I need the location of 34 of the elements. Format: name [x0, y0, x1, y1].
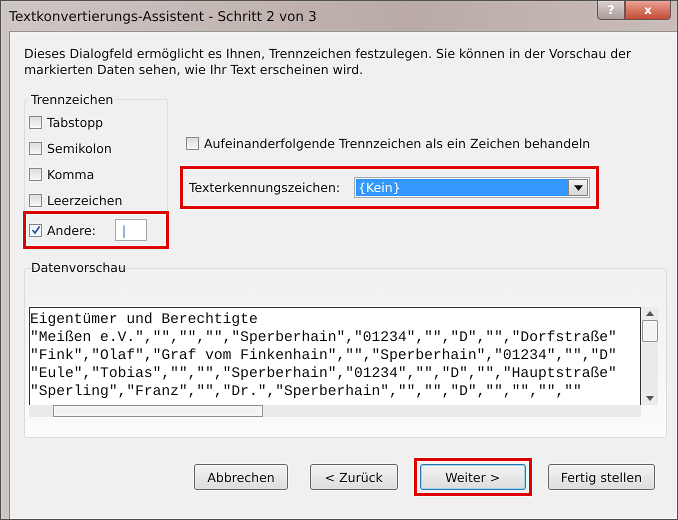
checkbox-label[interactable]: Andere:: [47, 222, 96, 238]
field-label: Texterkennungszeichen:: [189, 180, 340, 195]
checkbox[interactable]: [186, 136, 199, 150]
dialog-button[interactable]: Abbrechen: [194, 464, 288, 490]
horizontal-scrollbar[interactable]: [29, 405, 641, 417]
checkbox-label[interactable]: Aufeinanderfolgende Trennzeichen als ein Zeichen behandeln: [204, 136, 590, 150]
vertical-scrollbar[interactable]: [641, 307, 658, 405]
checkbox[interactable]: [29, 116, 42, 128]
group-title: Datenvorschau: [30, 260, 127, 275]
scrollbar-thumb[interactable]: [53, 405, 263, 417]
up-arrow-icon[interactable]: [646, 311, 654, 316]
scrollbar-thumb[interactable]: [642, 320, 658, 342]
checkbox[interactable]: [29, 224, 42, 236]
dialog-button[interactable]: < Zurück: [310, 464, 398, 490]
preview-line: "Fink","Olaf","Graf vom Finkenhain","","Sperberhain","01234","","D": [30, 347, 618, 365]
checkbox-label[interactable]: Komma: [47, 166, 94, 182]
checkbox[interactable]: [29, 142, 42, 154]
checkbox-label[interactable]: Tabstopp: [47, 114, 104, 130]
down-arrow-icon[interactable]: [646, 396, 654, 401]
preview-line: Eigentümer und Berechtigte: [30, 311, 259, 329]
window-title: Textkonvertierungs-Assistent - Schritt 2 von 3: [9, 9, 317, 25]
checkbox[interactable]: [29, 194, 42, 206]
description-text: Dieses Dialogfeld ermöglicht es Ihnen, Trennzeichen festzulegen. Sie können in der Vorschau der markierten Daten sehen, wie Ihr Text erscheinen wird.: [24, 46, 632, 78]
checkbox-label[interactable]: Semikolon: [47, 140, 112, 156]
checkbox-label[interactable]: Leerzeichen: [47, 192, 122, 208]
preview-line: "Sperling","Franz","","Dr.","Sperberhain","","","D","","","","": [30, 383, 583, 401]
preview-line: "Meißen e.V.","","","","Sperberhain","01234","","D","","Dorfstraße": [30, 329, 618, 347]
dialog-button[interactable]: Weiter >: [420, 464, 526, 490]
preview-line: "Eule","Tobias","","","Sperberhain","01234","","D","","Hauptstraße": [30, 365, 618, 383]
other-delimiter-field[interactable]: |: [114, 219, 147, 241]
group-title: Trennzeichen: [30, 92, 114, 107]
dialog-button[interactable]: Fertig stellen: [548, 464, 655, 490]
caret-icon: [574, 184, 583, 190]
checkbox[interactable]: [29, 168, 42, 180]
